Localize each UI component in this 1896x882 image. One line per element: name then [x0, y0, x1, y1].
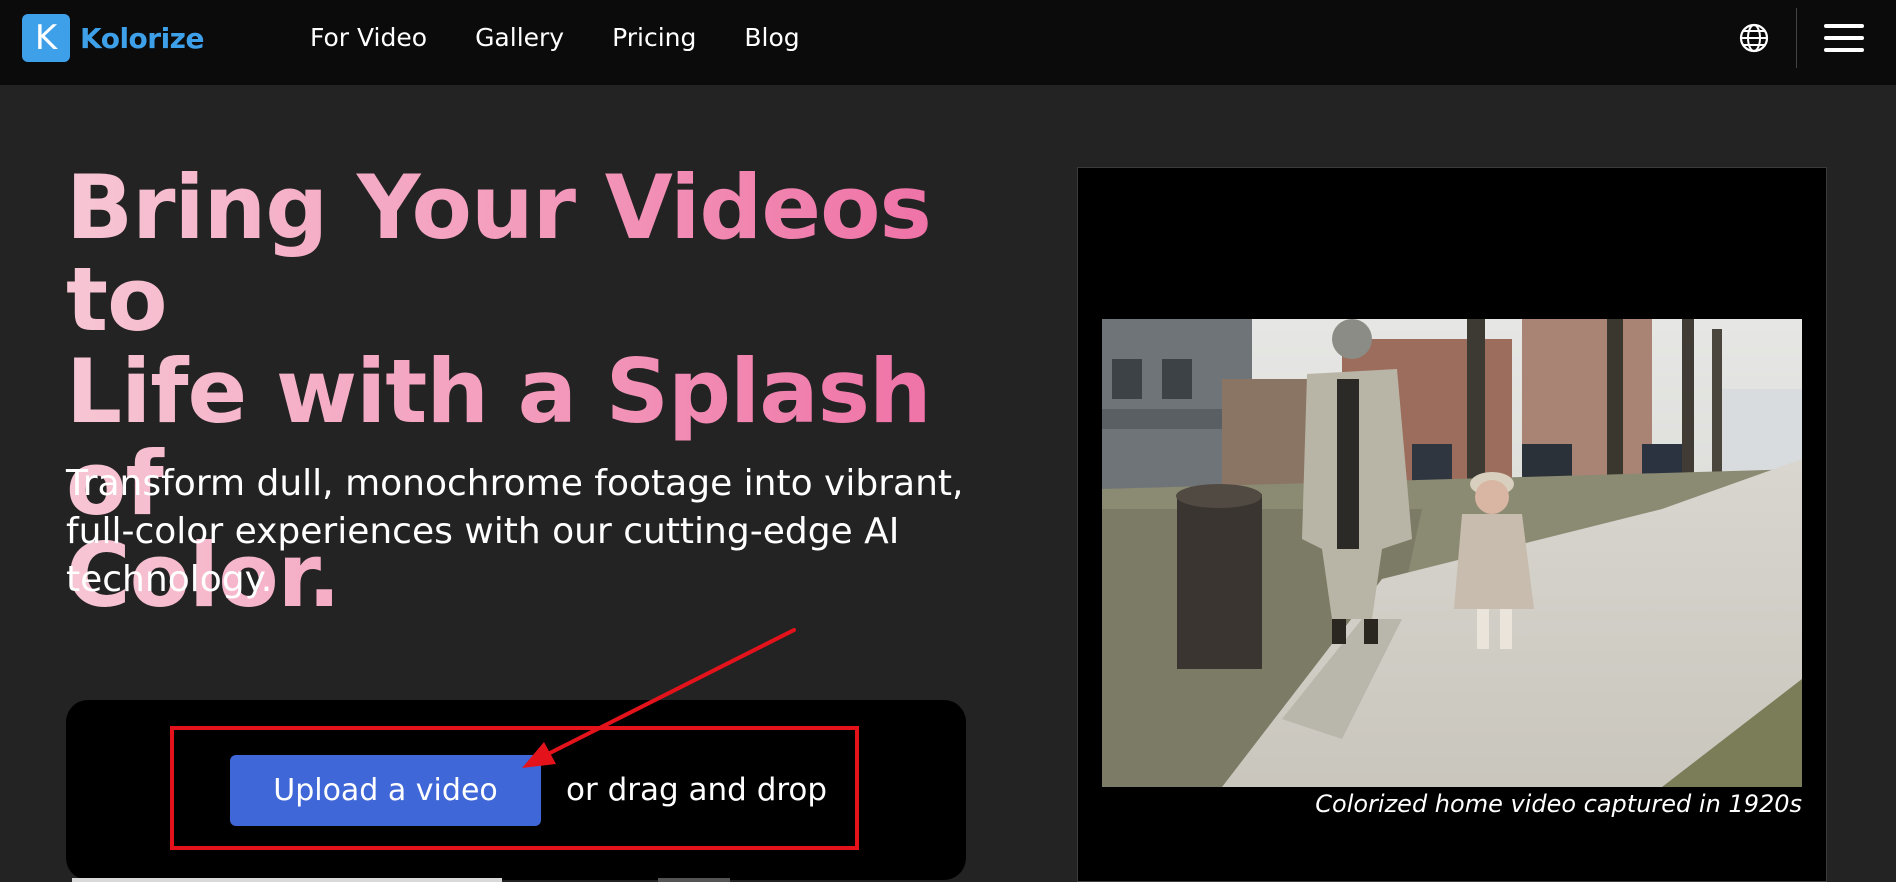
- brand-name: Kolorize: [80, 21, 204, 55]
- scroll-indicator: [72, 878, 502, 882]
- headline-line-1: Bring Your Videos to: [66, 156, 931, 351]
- logo-letter: K: [34, 18, 58, 58]
- globe-icon[interactable]: [1738, 22, 1770, 54]
- kolorize-logo-link[interactable]: K Kolorize: [22, 14, 204, 62]
- hero-subtext: Transform dull, monochrome footage into …: [66, 463, 964, 600]
- nav-item-pricing[interactable]: Pricing: [612, 22, 696, 54]
- nav-item-gallery[interactable]: Gallery: [475, 22, 564, 54]
- video-caption: Colorized home video captured in 1920s: [1315, 790, 1802, 818]
- nav-divider: [1796, 8, 1797, 68]
- video-scene-image: [1102, 319, 1802, 787]
- top-navbar: K Kolorize For Video Gallery Pricing Blo…: [0, 0, 1896, 85]
- logo-icon: K: [22, 14, 70, 62]
- nav-item-blog[interactable]: Blog: [744, 22, 799, 54]
- nav-item-for-video[interactable]: For Video: [310, 22, 427, 54]
- highlight-box-annotation: [170, 726, 859, 850]
- scroll-indicator-secondary: [658, 878, 730, 882]
- hamburger-menu-icon[interactable]: [1824, 20, 1866, 56]
- colorized-video-frame[interactable]: [1102, 319, 1802, 787]
- main-nav: For Video Gallery Pricing Blog: [310, 22, 800, 54]
